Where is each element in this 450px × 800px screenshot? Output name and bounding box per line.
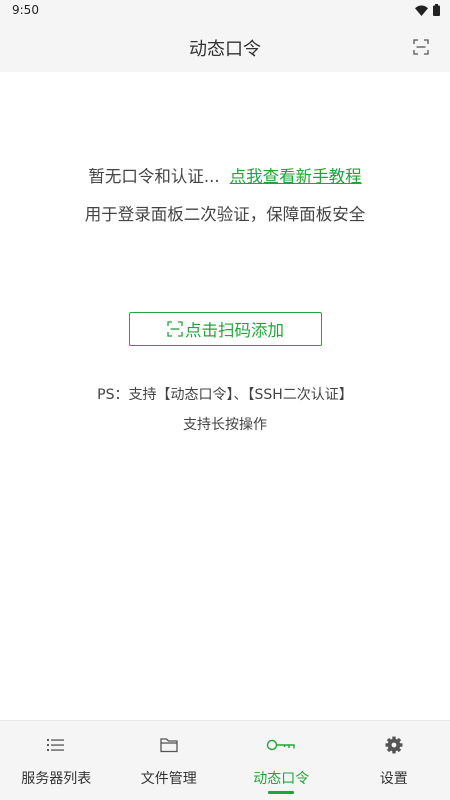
scan-icon [413,39,429,55]
status-time: 9:50 [12,3,39,17]
main-content: 暂无口令和认证... 点我查看新手教程 用于登录面板二次验证，保障面板安全 点击扫… [0,72,450,720]
app-bar: 动态口令 [0,22,450,72]
active-tab-indicator [268,791,295,794]
nav-item-file-manager[interactable]: 文件管理 [113,721,226,800]
list-icon [41,734,71,756]
scan-icon [167,321,183,337]
nav-item-dynamic-password[interactable]: 动态口令 [225,721,338,800]
wifi-icon [415,1,428,20]
scan-add-button[interactable]: 点击扫码添加 [129,312,322,346]
status-icons [415,3,440,17]
nav-item-settings[interactable]: 设置 [338,721,450,800]
tutorial-link[interactable]: 点我查看新手教程 [230,167,362,186]
status-bar: 9:50 [0,0,450,22]
nav-label: 动态口令 [253,771,310,787]
nav-label: 设置 [379,771,408,787]
gear-icon [379,734,409,756]
scan-button[interactable] [412,38,430,56]
battery-icon [433,1,440,20]
page-title: 动态口令 [189,39,261,60]
bottom-nav: 服务器列表 文件管理 动态口令 设置 [0,720,450,800]
folder-icon [154,734,184,756]
tips-text: PS：支持【动态口令】、【SSH二次认证】 [97,387,353,403]
scan-add-label: 点击扫码添加 [185,321,284,340]
key-icon [266,734,296,756]
empty-state-text: 暂无口令和认证... [88,167,220,186]
nav-label: 文件管理 [140,771,197,787]
empty-state-description: 用于登录面板二次验证，保障面板安全 [84,205,366,224]
nav-label: 服务器列表 [21,771,92,787]
tips-longpress-text: 支持长按操作 [183,417,267,433]
nav-item-server-list[interactable]: 服务器列表 [0,721,113,800]
empty-state-message: 暂无口令和认证... 点我查看新手教程 [0,163,450,187]
